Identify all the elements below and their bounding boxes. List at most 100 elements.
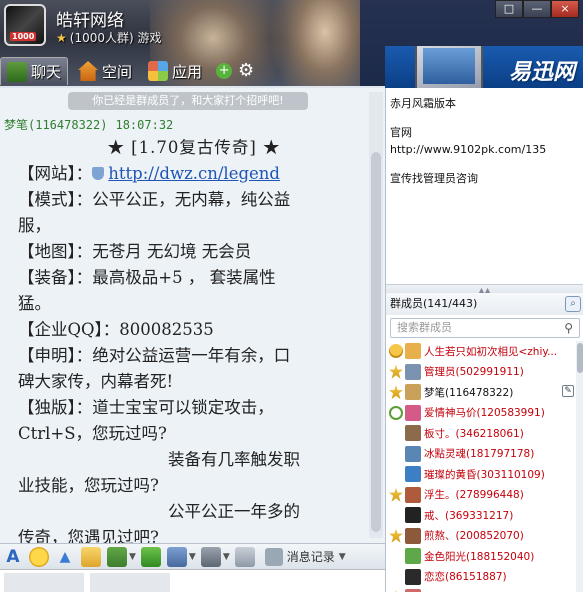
window-controls: □ — × <box>495 0 579 18</box>
announcement-link[interactable]: http://www.9102pk.com/135 <box>390 142 579 157</box>
message-header: 梦笔(116478322) 18:07:32 <box>4 116 173 133</box>
group-avatar[interactable]: 1000 <box>4 4 46 46</box>
message-line: 【地图】：无苍月 无幻境 无会员 <box>18 242 252 261</box>
member-row[interactable]: 梦笔(116478322) ✎ <box>386 382 576 403</box>
tab-space[interactable]: 空间 <box>72 57 138 85</box>
member-icon <box>389 508 403 522</box>
member-search-placeholder: 搜索群成员 <box>397 321 452 334</box>
member-row[interactable]: 金色阳光(188152040) <box>386 546 576 567</box>
admin-icon <box>389 487 403 502</box>
close-button[interactable]: × <box>551 0 579 18</box>
member-name: 冰點灵魂(181797178) <box>424 448 535 461</box>
group-name[interactable]: 皓轩网络 <box>56 6 124 31</box>
side-panel: 赤月风霜版本 官网 http://www.9102pk.com/135 宣传找管… <box>385 88 583 592</box>
note-icon[interactable] <box>81 546 101 567</box>
message-line: 【申明】：绝对公益运营一年有余，口 <box>18 346 291 365</box>
member-name: 板寸。(346218061) <box>424 427 524 440</box>
minimize-button[interactable]: — <box>523 0 551 18</box>
avatar[interactable] <box>405 363 421 380</box>
screenshot-icon[interactable] <box>166 546 187 567</box>
magnifier-icon[interactable]: ⚲ <box>564 319 573 337</box>
message-line: 服， <box>18 216 51 235</box>
chevron-down-icon[interactable]: ▼ <box>129 552 136 562</box>
chevron-down-icon[interactable]: ▼ <box>189 552 196 562</box>
chevron-down-icon: ▼ <box>338 551 346 562</box>
member-list-scrollbar[interactable] <box>576 341 583 592</box>
member-row[interactable]: 人生若只如初次相见<zhiy... <box>386 341 576 362</box>
image-icon[interactable] <box>107 546 127 567</box>
group-announcement: 赤月风霜版本 官网 http://www.9102pk.com/135 宣传找管… <box>386 88 583 284</box>
tab-chat[interactable]: 聊天 <box>0 57 69 85</box>
tab-apps[interactable]: 应用 <box>142 57 208 85</box>
group-type: (1000人群) 游戏 <box>69 31 162 45</box>
member-name: 管理员(502991911) <box>424 366 524 379</box>
input-toolbar: A ▲ ▼ ▼ ▼ 消息记录 ▼ <box>0 543 385 569</box>
history-button[interactable]: 消息记录 ▼ <box>264 547 351 566</box>
message-line: 公平公正一年多的 <box>168 502 300 521</box>
ad-banner[interactable]: 易迅网 <box>385 46 583 88</box>
member-row[interactable]: 冰點灵魂(181797178) <box>386 444 576 465</box>
chat-icon <box>7 61 27 82</box>
avatar[interactable] <box>405 384 421 401</box>
group-subtitle: ★ (1000人群) 游戏 <box>56 29 161 46</box>
tab-space-label: 空间 <box>102 62 133 81</box>
avatar[interactable] <box>405 527 421 544</box>
member-search-input[interactable]: 搜索群成员 ⚲ <box>390 318 580 338</box>
more-icon[interactable] <box>234 546 255 567</box>
edit-icon[interactable]: ✎ <box>562 385 574 397</box>
scrollbar-thumb[interactable] <box>577 343 583 373</box>
shield-icon <box>92 167 105 180</box>
member-row[interactable]: 璀璨的黄昏(303110109) <box>386 464 576 485</box>
member-row[interactable]: 爱情神马价(120583991) <box>386 403 576 424</box>
star-icon: ★ <box>56 31 67 45</box>
chevron-down-icon[interactable]: ▼ <box>223 552 230 562</box>
admin-icon <box>389 385 403 400</box>
website-link[interactable]: http://dwz.cn/legend <box>108 164 280 183</box>
message-sender[interactable]: 梦笔(116478322) <box>4 118 107 132</box>
tab-apps-label: 应用 <box>172 62 203 81</box>
members-header: 群成员(141/443) ⌕ <box>386 293 583 315</box>
chat-area[interactable]: 你已经是群成员了，和大家打个招呼吧! 梦笔(116478322) 18:07:32… <box>0 88 385 543</box>
avatar[interactable] <box>405 425 421 442</box>
message-input[interactable] <box>0 569 385 592</box>
message-line-label: 【网站】： <box>18 164 93 183</box>
member-row[interactable]: 戒、(369331217) <box>386 505 576 526</box>
member-row[interactable]: 管理员(502991911) <box>386 362 576 383</box>
emoji-icon[interactable] <box>29 546 49 567</box>
member-list[interactable]: 人生若只如初次相见<zhiy... 管理员(502991911) 梦笔(116478… <box>386 341 576 592</box>
member-icon <box>389 570 403 584</box>
maximize-button[interactable]: □ <box>495 0 523 18</box>
message-line: 【网站】： http://dwz.cn/legend <box>18 161 370 187</box>
avatar[interactable] <box>405 507 421 524</box>
font-icon[interactable]: A <box>3 547 23 567</box>
message-line: 装备有几率触发职 <box>168 450 300 469</box>
gear-icon[interactable]: ⚙ <box>236 61 256 81</box>
file-icon[interactable] <box>140 546 161 567</box>
chat-scrollbar[interactable] <box>369 92 383 538</box>
message-time: 18:07:32 <box>115 118 174 132</box>
message-line: Ctrl+S，您玩过吗? <box>18 424 167 443</box>
search-icon[interactable]: ⌕ <box>565 296 581 312</box>
avatar[interactable] <box>405 343 421 360</box>
avatar[interactable] <box>405 445 421 462</box>
avatar[interactable] <box>405 568 421 585</box>
add-app-icon[interactable]: + <box>216 63 233 79</box>
member-row[interactable]: 恋恋(86151887) <box>386 567 576 588</box>
home-icon <box>78 61 99 81</box>
member-row[interactable]: 浮生。(278996448) <box>386 485 576 506</box>
music-icon[interactable] <box>200 546 221 567</box>
avatar[interactable] <box>405 486 421 503</box>
member-icon <box>389 447 403 461</box>
message-line: 猛。 <box>18 294 51 313</box>
member-name: 金色阳光(188152040) <box>424 550 535 563</box>
avatar[interactable] <box>405 466 421 483</box>
member-row[interactable]: 煎熬、(200852070) <box>386 526 576 547</box>
avatar[interactable] <box>405 404 421 421</box>
scrollbar-thumb[interactable] <box>371 152 381 532</box>
preview-thumbnail <box>4 573 84 592</box>
member-row[interactable]: 恋你如初(26050290) <box>386 587 576 592</box>
avatar[interactable] <box>405 548 421 565</box>
member-row[interactable]: 板寸。(346218061) <box>386 423 576 444</box>
shake-icon[interactable]: ▲ <box>55 547 75 567</box>
member-name: 璀璨的黄昏(303110109) <box>424 468 545 481</box>
